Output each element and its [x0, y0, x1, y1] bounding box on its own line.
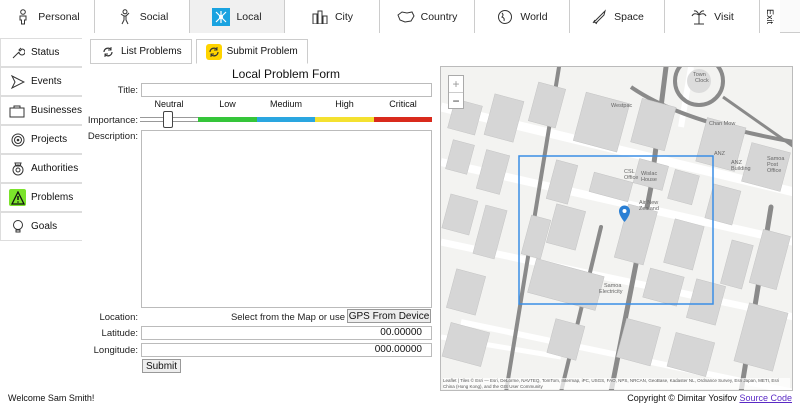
tab-world[interactable]: World [475, 0, 570, 33]
send-icon [9, 73, 26, 90]
rocket-icon [590, 8, 608, 26]
tab-label: City [334, 10, 354, 23]
sidebar-item-authorities[interactable]: Authorities [0, 154, 82, 183]
map-view[interactable]: Westpac Town Clock Chan Mow ANZ Building A… [440, 66, 793, 391]
svg-text:Westpac: Westpac [611, 103, 633, 109]
waving-person-icon [116, 8, 134, 26]
importance-segment-high [315, 117, 374, 122]
zoom-in-button[interactable]: + [449, 76, 463, 92]
zoom-out-button[interactable]: − [449, 92, 463, 108]
country-map-icon [397, 8, 415, 26]
bulb-icon [9, 218, 26, 235]
latitude-label: Latitude: [101, 328, 138, 339]
longitude-label: Longitude: [93, 345, 138, 356]
tab-label: Submit Problem [226, 46, 298, 57]
importance-label: Importance: [87, 115, 138, 126]
sidebar-item-label: Businesses [30, 105, 82, 116]
location-hint: Select from the Map or use [230, 312, 345, 323]
svg-text:Clock: Clock [695, 78, 709, 84]
sidebar-item-label: Problems [31, 192, 74, 203]
warning-icon [9, 189, 26, 206]
sidebar: Status Events Businesses Projects Author… [0, 38, 82, 241]
description-label: Description: [87, 131, 138, 142]
location-label: Location: [99, 312, 138, 323]
city-icon [311, 8, 329, 26]
importance-level-label: Low [219, 99, 236, 109]
badge-icon [9, 160, 26, 177]
sidebar-item-businesses[interactable]: Businesses [0, 96, 82, 125]
sidebar-item-events[interactable]: Events [0, 67, 82, 96]
map-tiles: Westpac TownClock Chan Mow ANZBuilding A… [441, 67, 792, 390]
submit-button[interactable]: Submit [142, 359, 181, 373]
importance-slider-thumb[interactable] [163, 111, 173, 128]
svg-text:House: House [641, 177, 657, 183]
tab-label: Social [139, 10, 169, 23]
title-input[interactable] [141, 83, 432, 97]
tab-label: Personal [38, 10, 80, 23]
svg-text:Electricity: Electricity [599, 289, 623, 295]
tab-country[interactable]: Country [380, 0, 475, 33]
svg-text:ANZ: ANZ [714, 151, 726, 157]
importance-level-label: Medium [269, 99, 302, 109]
importance-segment-critical [373, 117, 433, 122]
importance-level-label: Neutral [154, 99, 184, 109]
sidebar-item-status[interactable]: Status [0, 38, 82, 67]
importance-segment-low [198, 117, 257, 122]
importance-levels: Neutral Low Medium High Critical [140, 99, 432, 109]
longitude-input[interactable]: 000.00000 [141, 343, 432, 357]
tab-label: Local [236, 10, 262, 23]
target-icon [9, 131, 26, 148]
tab-label: Visit [714, 10, 734, 23]
map-attribution: Leaflet | Tiles © Esri — Esri, DeLorme, … [443, 378, 790, 389]
sidebar-item-label: Events [31, 76, 62, 87]
briefcase-icon [9, 102, 26, 119]
tab-visit[interactable]: Visit [665, 0, 760, 33]
svg-text:Zealand: Zealand [639, 206, 659, 212]
exit-button[interactable]: Exit [760, 0, 780, 33]
sidebar-item-label: Goals [31, 221, 58, 232]
sidebar-item-label: Projects [31, 134, 68, 145]
sidebar-item-goals[interactable]: Goals [0, 212, 82, 241]
importance-level-label: High [335, 99, 354, 109]
tab-city[interactable]: City [285, 0, 380, 33]
svg-text:Office: Office [767, 168, 781, 174]
palm-tree-icon [690, 8, 708, 26]
svg-text:Chan Mow: Chan Mow [709, 121, 735, 127]
description-textarea[interactable] [141, 130, 432, 308]
sync-icon [205, 43, 222, 60]
tab-space[interactable]: Space [570, 0, 665, 33]
tab-local[interactable]: Local [190, 0, 285, 33]
top-navigation: Personal Social Local City Country World [0, 0, 800, 33]
tab-label: Space [614, 10, 644, 23]
person-icon [14, 8, 32, 26]
tab-personal[interactable]: Personal [0, 0, 95, 33]
sidebar-item-label: Authorities [31, 163, 79, 174]
form-title: Local Problem Form [231, 67, 341, 81]
sidebar-item-problems[interactable]: Problems [0, 183, 82, 212]
wrench-icon [9, 44, 26, 61]
svg-text:Building: Building [731, 166, 751, 172]
tab-label: List Problems [121, 46, 182, 57]
tab-label: Country [420, 10, 458, 23]
title-label: Title: [117, 85, 138, 96]
svg-text:Office: Office [624, 175, 638, 181]
importance-segment-medium [256, 117, 316, 122]
globe-icon [496, 8, 514, 26]
tab-social[interactable]: Social [95, 0, 190, 33]
tab-list-problems[interactable]: List Problems [90, 39, 192, 64]
sidebar-item-projects[interactable]: Projects [0, 125, 82, 154]
importance-slider-track[interactable] [140, 117, 433, 122]
latitude-input[interactable]: 00.00000 [141, 326, 432, 340]
sync-icon [100, 44, 116, 60]
tab-label: World [520, 10, 548, 23]
zoom-control: + − [448, 75, 464, 109]
problem-subtabs: List Problems Submit Problem [90, 39, 308, 64]
sidebar-item-label: Status [31, 47, 60, 58]
local-icon [212, 7, 231, 26]
tab-submit-problem[interactable]: Submit Problem [195, 39, 308, 64]
importance-level-label: Critical [389, 99, 417, 109]
gps-from-device-button[interactable]: GPS From Device [347, 309, 431, 323]
